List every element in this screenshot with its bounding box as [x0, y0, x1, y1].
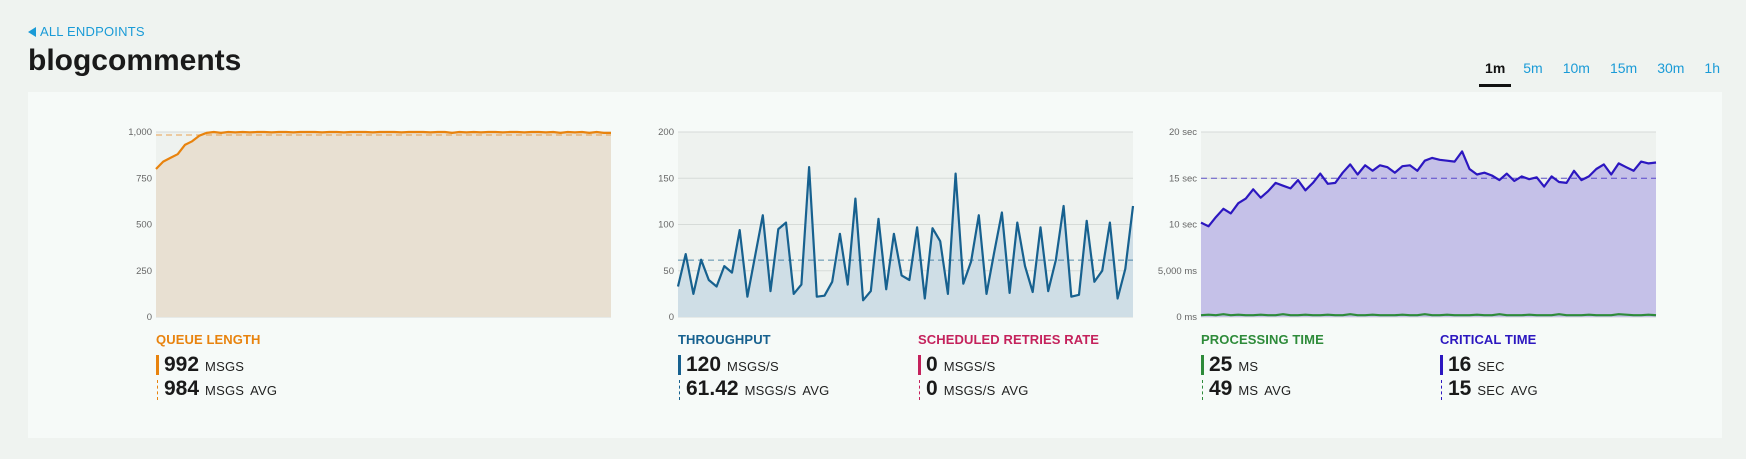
page-title: blogcomments	[28, 44, 242, 77]
critical-time-title: CRITICAL TIME	[1440, 332, 1537, 347]
processing_time-line	[1200, 313, 1657, 317]
chart-0-ytick-0: 0	[147, 312, 152, 323]
queue-length-avg-swatch	[157, 380, 158, 400]
retries-title: SCHEDULED RETRIES RATE	[918, 332, 1100, 347]
throughput-avg-label: AVG	[802, 383, 830, 398]
tab-10m[interactable]: 10m	[1555, 58, 1598, 87]
throughput-unit: MSGS/S	[727, 359, 779, 374]
critical-time-swatch	[1440, 355, 1443, 375]
processing-time-unit: MS	[1238, 359, 1259, 374]
chart-0-ytick-1: 250	[136, 266, 152, 277]
critical-time-avg-label: AVG	[1510, 383, 1538, 398]
processing-time-average: 49 MS AVG	[1201, 377, 1324, 401]
critical-time-avg-value: 15	[1448, 377, 1472, 400]
chart-1-ytick-2: 100	[658, 220, 674, 231]
processing-time-avg-value: 49	[1209, 377, 1233, 400]
critical-time-current: 16 SEC	[1440, 353, 1538, 377]
retries-avg-value: 0	[926, 377, 938, 400]
throughput-average: 61.42 MSGS/S AVG	[678, 377, 829, 401]
metrics-panel: 0 250 500 750 1,000 0 50 100 150 200 0 ms 5,000 ms 1…	[28, 92, 1722, 438]
tab-30m[interactable]: 30m	[1649, 58, 1692, 87]
chart-2-ytick-1: 5,000 ms	[1158, 266, 1197, 277]
throughput-current: 120 MSGS/S	[678, 353, 829, 377]
critical-time-average: 15 SEC AVG	[1440, 377, 1538, 401]
processing-time-value: 25	[1209, 353, 1233, 376]
processing-time-swatch	[1201, 355, 1204, 375]
retries-metric: SCHEDULED RETRIES RATE 0 MSGS/S 0 MSGS/S…	[918, 332, 1099, 401]
retries-unit: MSGS/S	[943, 359, 996, 374]
chart-1-ytick-4: 200	[658, 127, 674, 138]
throughput-metric: THROUGHPUT 120 MSGS/S 61.42 MSGS/S AVG	[678, 332, 829, 401]
critical-time-avg-swatch	[1441, 380, 1442, 400]
queue-length-value: 992	[164, 353, 200, 376]
chart-0-ytick-2: 500	[136, 220, 152, 231]
chart-2-ytick-0: 0 ms	[1176, 312, 1197, 323]
queue_length-area	[156, 132, 611, 317]
queue-length-avg-label: AVG	[250, 383, 278, 398]
queue-length-title: QUEUE LENGTH	[156, 332, 261, 347]
throughput-avg-swatch	[679, 380, 680, 400]
queue-length-unit: MSGS	[205, 359, 245, 374]
throughput-swatch	[678, 355, 681, 375]
critical-time-avg-unit: SEC	[1477, 383, 1505, 398]
retries-swatch	[918, 355, 921, 375]
retries-avg-unit: MSGS/S	[943, 383, 996, 398]
back-arrow-icon	[28, 26, 36, 37]
chart-0-ytick-3: 750	[136, 173, 152, 184]
tab-5m[interactable]: 5m	[1515, 58, 1550, 87]
tab-15m[interactable]: 15m	[1602, 58, 1645, 87]
queue-length-avg-unit: MSGS	[205, 383, 245, 398]
critical-time-value: 16	[1448, 353, 1472, 376]
throughput-avg-unit: MSGS/S	[744, 383, 797, 398]
critical-time-unit: SEC	[1477, 359, 1505, 374]
chart-0-ytick-4: 1,000	[128, 127, 152, 138]
chart-2-ytick-3: 15 sec	[1169, 173, 1197, 184]
all-endpoints-label: ALL ENDPOINTS	[40, 24, 145, 39]
throughput-value: 120	[686, 353, 722, 376]
retries-value: 0	[926, 353, 938, 376]
chart-1-ytick-3: 150	[658, 173, 674, 184]
queue-length-metric: QUEUE LENGTH 992 MSGS 984 MSGS AVG	[156, 332, 277, 401]
queue-length-average: 984 MSGS AVG	[156, 377, 277, 401]
endpoint-details-page: ALL ENDPOINTS blogcomments 1m 5m 10m 15m…	[0, 0, 1746, 459]
retries-avg-swatch	[919, 380, 920, 400]
processing-time-current: 25 MS	[1201, 353, 1324, 377]
processing-time-avg-swatch	[1202, 380, 1203, 400]
retries-average: 0 MSGS/S AVG	[918, 377, 1099, 401]
queue-length-avg-value: 984	[164, 377, 200, 400]
queue-length-swatch	[156, 355, 159, 375]
tab-1m[interactable]: 1m	[1479, 58, 1512, 87]
processing-time-metric: PROCESSING TIME 25 MS 49 MS AVG	[1201, 332, 1324, 401]
processing-time-avg-label: AVG	[1264, 383, 1292, 398]
throughput-avg-value: 61.42	[686, 377, 739, 400]
retries-current: 0 MSGS/S	[918, 353, 1099, 377]
tab-1h[interactable]: 1h	[1696, 58, 1728, 87]
all-endpoints-link[interactable]: ALL ENDPOINTS	[28, 24, 145, 39]
chart-2-ytick-2: 10 sec	[1169, 220, 1197, 231]
chart-1-ytick-0: 0	[669, 312, 674, 323]
chart-1-ytick-1: 50	[663, 266, 674, 277]
throughput-title: THROUGHPUT	[678, 332, 771, 347]
queue-length-current: 992 MSGS	[156, 353, 277, 377]
critical-time-metric: CRITICAL TIME 16 SEC 15 SEC AVG	[1440, 332, 1538, 401]
time-range-tabs: 1m 5m 10m 15m 30m 1h	[1475, 58, 1728, 87]
chart-2-ytick-4: 20 sec	[1169, 127, 1197, 138]
retries-avg-label: AVG	[1001, 383, 1029, 398]
processing-time-avg-unit: MS	[1238, 383, 1259, 398]
processing-time-title: PROCESSING TIME	[1201, 332, 1324, 347]
